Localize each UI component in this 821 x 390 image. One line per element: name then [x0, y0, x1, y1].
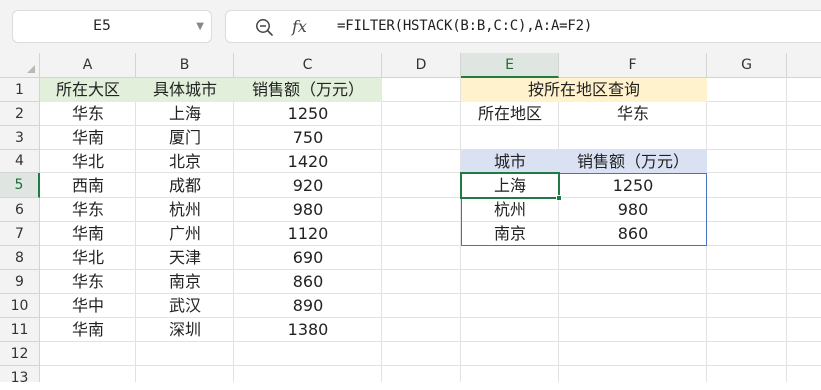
row-header-9[interactable]: 9 [0, 270, 40, 294]
formula-bar: E5 ▼ fx =FILTER(HSTACK(B:B,C:C),A:A=F2) [0, 0, 821, 53]
cell-b9[interactable]: 南京 [136, 270, 234, 294]
column-header-b[interactable]: B [136, 53, 234, 78]
row-header-2[interactable]: 2 [0, 102, 40, 126]
cell-b2[interactable]: 上海 [136, 102, 234, 126]
name-box-value: E5 [93, 18, 111, 34]
cell-a5[interactable]: 西南 [40, 173, 136, 198]
cell-c10[interactable]: 890 [234, 294, 382, 318]
row-header-6[interactable]: 6 [0, 198, 40, 222]
cell-a6[interactable]: 华东 [40, 198, 136, 222]
column-header-c[interactable]: C [234, 53, 382, 78]
cell-a1[interactable]: 所在大区 [40, 78, 136, 102]
cell-e5[interactable]: 上海 [461, 173, 559, 198]
cell-e1-query-title[interactable]: 按所在地区查询 [461, 78, 707, 102]
magnifier-icon[interactable] [254, 17, 274, 37]
cell-b6[interactable]: 杭州 [136, 198, 234, 222]
cell-a11[interactable]: 华南 [40, 318, 136, 342]
cell-c1[interactable]: 销售额（万元） [234, 78, 382, 102]
cell-c6[interactable]: 980 [234, 198, 382, 222]
cell-b11[interactable]: 深圳 [136, 318, 234, 342]
column-header-d[interactable]: D [382, 53, 461, 78]
cell-e2-query-label[interactable]: 所在地区 [461, 102, 559, 126]
cell-f6[interactable]: 980 [559, 198, 707, 222]
cell-e4[interactable]: 城市 [461, 150, 559, 173]
function-icon[interactable]: fx [292, 11, 307, 42]
cell-c11[interactable]: 1380 [234, 318, 382, 342]
cell-a7[interactable]: 华南 [40, 222, 136, 246]
formula-text[interactable]: =FILTER(HSTACK(B:B,C:C),A:A=F2) [337, 11, 592, 42]
cell-b5[interactable]: 成都 [136, 173, 234, 198]
row-header-8[interactable]: 8 [0, 246, 40, 270]
row-header-12[interactable]: 12 [0, 342, 40, 366]
cell-b3[interactable]: 厦门 [136, 126, 234, 150]
cell-a10[interactable]: 华中 [40, 294, 136, 318]
cell-a9[interactable]: 华东 [40, 270, 136, 294]
cell-c5[interactable]: 920 [234, 173, 382, 198]
column-header-g[interactable]: G [707, 53, 787, 78]
cell-a2[interactable]: 华东 [40, 102, 136, 126]
name-box[interactable]: E5 ▼ [12, 10, 212, 43]
row-header-5[interactable]: 5 [0, 173, 40, 198]
row-header-7[interactable]: 7 [0, 222, 40, 246]
chevron-down-icon[interactable]: ▼ [196, 11, 204, 42]
row-header-10[interactable]: 10 [0, 294, 40, 318]
row-header-3[interactable]: 3 [0, 126, 40, 150]
cell-a3[interactable]: 华南 [40, 126, 136, 150]
cell-c2[interactable]: 1250 [234, 102, 382, 126]
cell-b1[interactable]: 具体城市 [136, 78, 234, 102]
cell-e7[interactable]: 南京 [461, 222, 559, 246]
row-header-11[interactable]: 11 [0, 318, 40, 342]
cell-a8[interactable]: 华北 [40, 246, 136, 270]
cell-b7[interactable]: 广州 [136, 222, 234, 246]
column-header-f[interactable]: F [559, 53, 707, 78]
cell-c8[interactable]: 690 [234, 246, 382, 270]
column-header-e[interactable]: E [461, 53, 559, 78]
row-header-1[interactable]: 1 [0, 78, 40, 102]
cell-f4[interactable]: 销售额（万元） [559, 150, 707, 173]
cell-c4[interactable]: 1420 [234, 150, 382, 173]
column-header-h[interactable] [787, 53, 821, 78]
column-header-a[interactable]: A [40, 53, 136, 78]
row-header-4[interactable]: 4 [0, 150, 40, 173]
cell-c3[interactable]: 750 [234, 126, 382, 150]
select-all-corner[interactable] [0, 53, 40, 78]
cell-c9[interactable]: 860 [234, 270, 382, 294]
cell-e6[interactable]: 杭州 [461, 198, 559, 222]
formula-input-area[interactable]: fx =FILTER(HSTACK(B:B,C:C),A:A=F2) [225, 10, 821, 43]
cell-a4[interactable]: 华北 [40, 150, 136, 173]
cell-c7[interactable]: 1120 [234, 222, 382, 246]
cell-b4[interactable]: 北京 [136, 150, 234, 173]
cell-b8[interactable]: 天津 [136, 246, 234, 270]
row-header-13[interactable]: 13 [0, 366, 40, 386]
cell-f5[interactable]: 1250 [559, 173, 707, 198]
cell-f7[interactable]: 860 [559, 222, 707, 246]
cell-b10[interactable]: 武汉 [136, 294, 234, 318]
fill-handle[interactable] [556, 195, 562, 201]
cell-f2-query-value[interactable]: 华东 [559, 102, 707, 126]
